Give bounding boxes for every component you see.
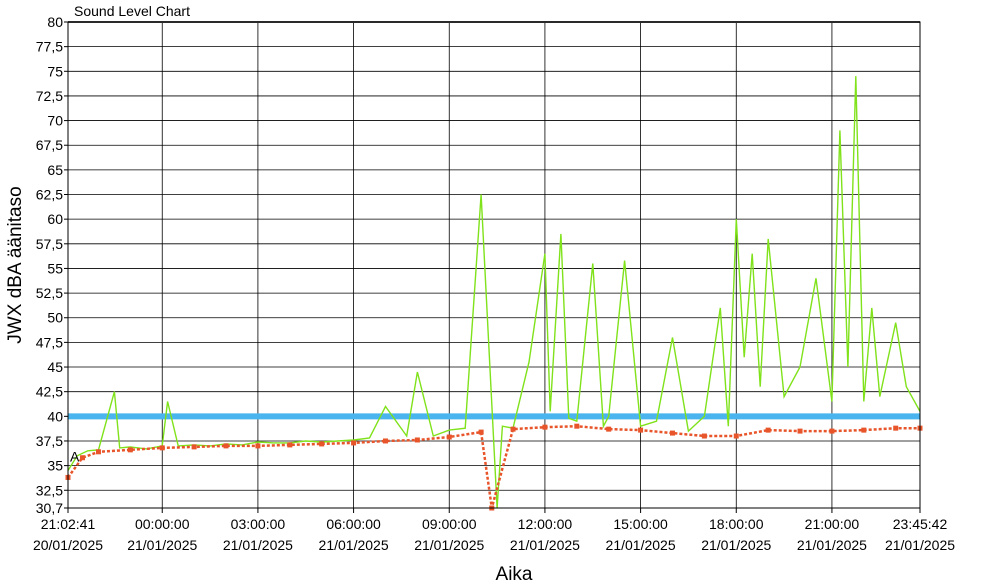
y-tick-label: 70 <box>47 113 63 129</box>
red-series-marker <box>191 444 197 450</box>
red-series-marker <box>861 427 867 433</box>
x-tick-date-label: 21/01/2025 <box>510 537 580 553</box>
red-series-marker <box>223 443 229 449</box>
x-tick-time-label: 03:00:00 <box>231 516 286 532</box>
x-tick-time-label: 06:00:00 <box>326 516 381 532</box>
red-series-marker <box>893 425 899 431</box>
y-tick-label: 65 <box>47 162 63 178</box>
red-series-marker <box>319 441 325 447</box>
x-tick-time-label: 21:02:41 <box>41 516 96 532</box>
red-series-marker <box>701 433 707 439</box>
y-tick-label: 50 <box>47 310 63 326</box>
y-tick-label: 77,5 <box>36 39 63 55</box>
x-axis-title: Aika <box>496 564 533 585</box>
x-tick-time-label: 23:45:42 <box>893 516 948 532</box>
y-tick-label: 30,7 <box>36 500 63 516</box>
y-tick-label: 47,5 <box>36 334 63 350</box>
x-tick-date-label: 21/01/2025 <box>127 537 197 553</box>
red-series-marker <box>669 430 675 436</box>
y-tick-label: 37,5 <box>36 433 63 449</box>
y-tick-label: 45 <box>47 359 63 375</box>
y-tick-label: 52,5 <box>36 285 63 301</box>
x-tick-time-label: 00:00:00 <box>135 516 190 532</box>
y-tick-label: 35 <box>47 458 63 474</box>
y-tick-label: 75 <box>47 63 63 79</box>
x-tick-date-label: 21/01/2025 <box>701 537 771 553</box>
red-series-marker <box>574 423 580 429</box>
red-series-marker <box>414 437 420 443</box>
red-series-marker <box>351 440 357 446</box>
red-series-marker <box>765 427 771 433</box>
y-tick-label: 55 <box>47 260 63 276</box>
x-tick-date-label: 20/01/2025 <box>33 537 103 553</box>
marker-label: A <box>70 449 80 465</box>
red-series-marker <box>797 428 803 434</box>
x-tick-date-label: 21/01/2025 <box>414 537 484 553</box>
y-tick-label: 80 <box>47 14 63 30</box>
x-tick-time-label: 15:00:00 <box>613 516 668 532</box>
y-tick-label: 57,5 <box>36 236 63 252</box>
x-tick-date-label: 21/01/2025 <box>223 537 293 553</box>
x-tick-time-label: 09:00:00 <box>422 516 477 532</box>
chart-title: Sound Level Chart <box>74 3 190 19</box>
red-series-marker <box>510 426 516 432</box>
red-series-marker <box>159 445 165 451</box>
red-series-marker <box>733 433 739 439</box>
x-tick-time-label: 18:00:00 <box>709 516 764 532</box>
red-series-marker <box>638 427 644 433</box>
y-tick-label: 72,5 <box>36 88 63 104</box>
x-tick-date-label: 21/01/2025 <box>319 537 389 553</box>
x-tick-date-label: 21/01/2025 <box>797 537 867 553</box>
red-series-marker <box>382 438 388 444</box>
red-series-marker <box>829 428 835 434</box>
y-tick-label: 40 <box>47 408 63 424</box>
y-tick-label: 60 <box>47 211 63 227</box>
x-tick-date-label: 21/01/2025 <box>885 537 955 553</box>
red-series-marker <box>542 424 548 430</box>
red-series-marker <box>606 426 612 432</box>
red-series-marker <box>127 447 133 453</box>
x-tick-time-label: 12:00:00 <box>518 516 573 532</box>
y-tick-label: 32,5 <box>36 482 63 498</box>
red-series-marker <box>255 443 261 449</box>
y-tick-label: 42,5 <box>36 384 63 400</box>
red-series-marker <box>80 455 86 461</box>
y-axis-title: JWX dBA äänitaso <box>5 186 26 343</box>
red-series-marker <box>478 429 484 435</box>
y-tick-label: 62,5 <box>36 187 63 203</box>
x-tick-time-label: 21:00:00 <box>805 516 860 532</box>
red-series-marker <box>287 442 293 448</box>
x-tick-date-label: 21/01/2025 <box>606 537 676 553</box>
sound-level-chart: Sound Level Chart 30,7 32,5 35 37,5 40 42,5 45… <box>0 0 990 588</box>
red-series-marker <box>95 449 101 455</box>
y-tick-label: 67,5 <box>36 137 63 153</box>
red-series-marker <box>446 434 452 440</box>
